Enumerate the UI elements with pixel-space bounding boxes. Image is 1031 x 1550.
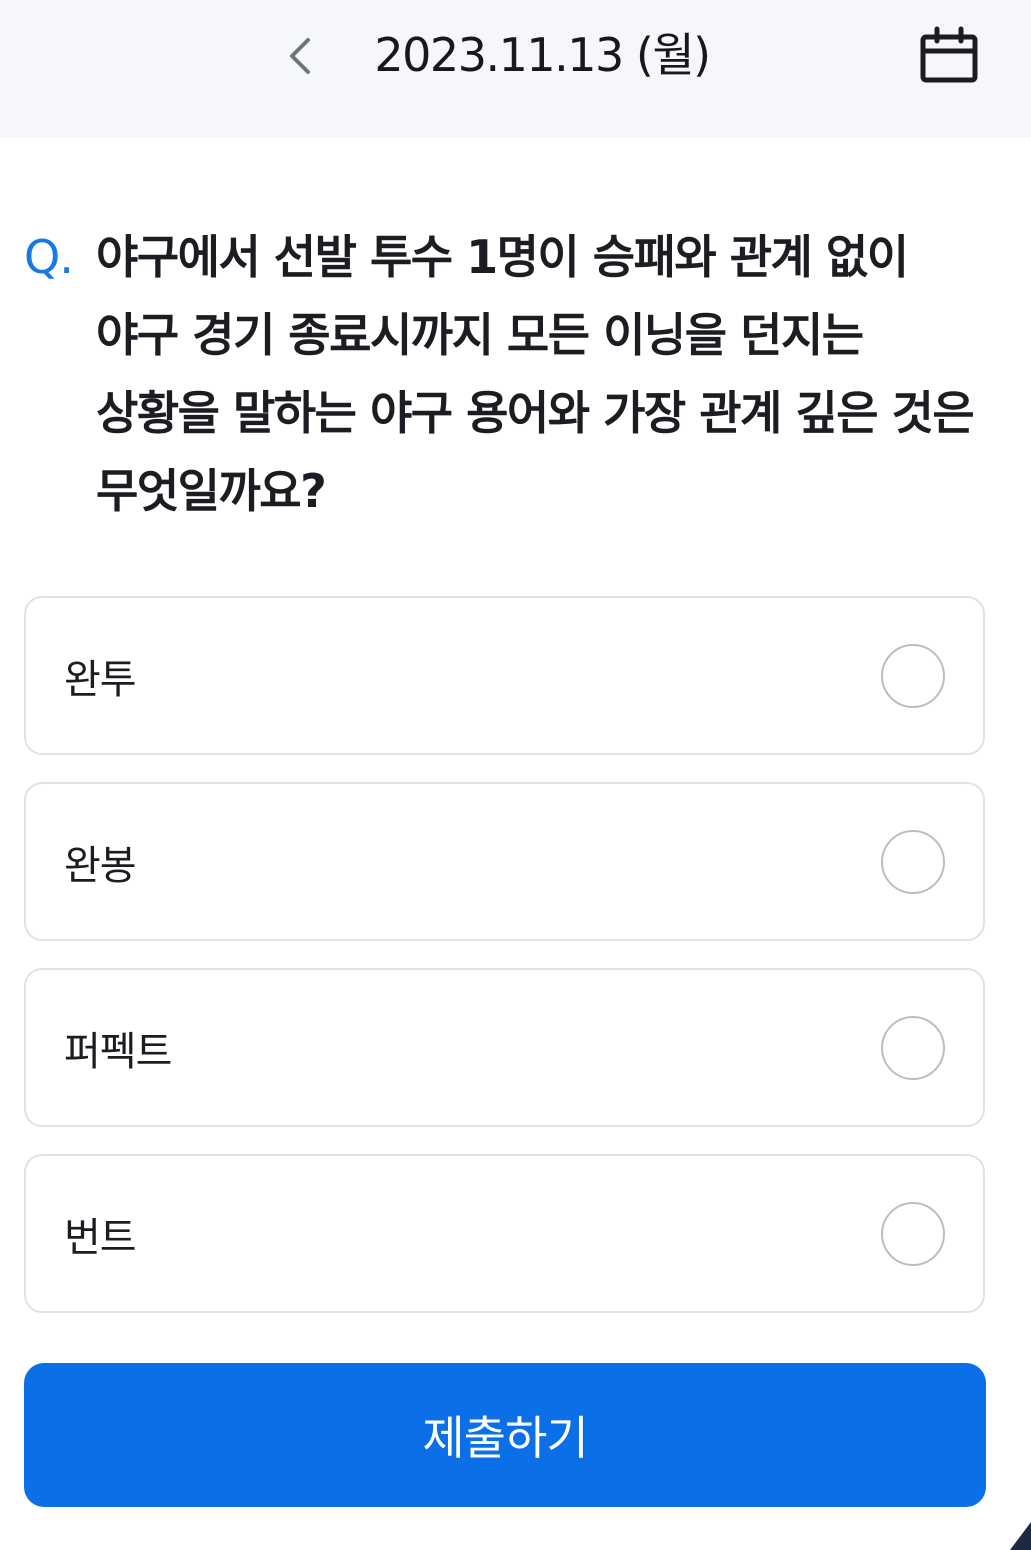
question-text: 야구에서 선발 투수 1명이 승패와 관계 없이 야구 경기 종료시까지 모든 … <box>96 230 975 518</box>
top-bar: 2023.11.13 (월) <box>0 0 1031 138</box>
answer-option-label: 완봉 <box>64 842 137 889</box>
corner-decoration <box>1010 1522 1031 1550</box>
answer-option-1[interactable]: 완투 <box>24 596 985 755</box>
answer-option-2[interactable]: 완봉 <box>24 782 985 941</box>
answer-option-label: 번트 <box>64 1214 137 1261</box>
answer-option-4[interactable]: 번트 <box>24 1154 985 1313</box>
calendar-button[interactable] <box>914 20 984 90</box>
answer-option-3[interactable]: 퍼펙트 <box>24 968 985 1127</box>
question-prefix: Q. <box>24 230 74 284</box>
radio-button[interactable] <box>881 643 945 708</box>
answer-option-label: 완투 <box>64 656 137 703</box>
chevron-left-icon <box>290 38 310 74</box>
date-title: 2023.11.13 (월) <box>374 28 711 82</box>
calendar-icon <box>920 26 978 83</box>
previous-date-button[interactable] <box>276 30 324 82</box>
radio-button[interactable] <box>881 829 945 894</box>
radio-button[interactable] <box>881 1201 945 1266</box>
radio-button[interactable] <box>881 1015 945 1080</box>
submit-button[interactable]: 제출하기 <box>24 1363 986 1507</box>
answer-option-label: 퍼펙트 <box>64 1028 172 1075</box>
